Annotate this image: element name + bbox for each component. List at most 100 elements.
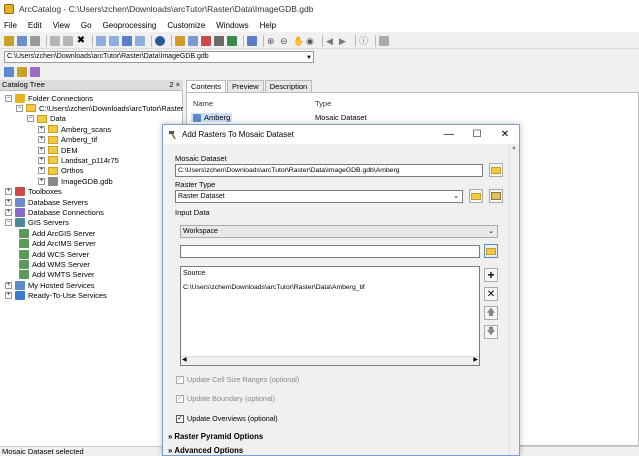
scroll-left-icon[interactable]: ◀ bbox=[182, 356, 187, 363]
source-list[interactable]: Source C:\Users\zchen\Downloads\arcTutor… bbox=[180, 266, 480, 366]
tree-item[interactable]: + Ready-To-Use Services bbox=[5, 291, 107, 301]
move-down-button[interactable]: 🡇 bbox=[484, 325, 498, 339]
search-window-icon[interactable] bbox=[188, 35, 198, 46]
expand-icon[interactable]: + bbox=[38, 156, 45, 164]
connect-server-icon[interactable] bbox=[247, 35, 257, 46]
forward-icon[interactable]: ▶ bbox=[339, 36, 349, 46]
catalog-tree-window-icon[interactable] bbox=[175, 35, 185, 46]
expand-icon[interactable]: + bbox=[38, 177, 45, 185]
modelbuilder-icon[interactable] bbox=[227, 35, 237, 46]
tree-item[interactable]: + Database Servers bbox=[5, 197, 88, 207]
menu-file[interactable]: File bbox=[4, 21, 17, 30]
menu-edit[interactable]: Edit bbox=[28, 21, 42, 30]
tree-item[interactable]: + Landsat_p114r75 bbox=[38, 155, 119, 165]
tree-item[interactable]: Add ArcGIS Server bbox=[16, 228, 95, 238]
tree-item[interactable]: + DEM bbox=[38, 145, 78, 155]
zoom-out-icon[interactable]: ⊖ bbox=[280, 36, 290, 46]
tree-item[interactable]: − GIS Servers bbox=[5, 218, 69, 228]
remove-row-button[interactable]: ✕ bbox=[484, 287, 498, 301]
scroll-right-icon[interactable]: ▶ bbox=[473, 356, 478, 363]
tree-item[interactable]: Add ArcIMS Server bbox=[16, 239, 96, 249]
pin-close-icons[interactable]: 2 × bbox=[169, 80, 180, 90]
input-data-combobox[interactable]: Workspace ⌄ bbox=[180, 225, 498, 238]
list-item[interactable]: Amberg bbox=[191, 113, 233, 122]
paste-icon[interactable] bbox=[63, 35, 73, 46]
python-window-icon[interactable] bbox=[214, 35, 224, 46]
create-thumbnail-icon[interactable] bbox=[379, 35, 389, 46]
edit-metadata-icon[interactable] bbox=[4, 67, 14, 77]
advanced-options-section[interactable]: » Advanced Options bbox=[168, 446, 243, 455]
raster-type-properties-button[interactable] bbox=[489, 189, 503, 203]
disconnect-folder-icon[interactable] bbox=[30, 35, 40, 46]
dialog-vertical-scrollbar[interactable]: ▲ bbox=[509, 144, 519, 455]
expand-icon[interactable]: + bbox=[38, 146, 45, 154]
expand-icon[interactable]: + bbox=[5, 188, 12, 196]
back-icon[interactable]: ◀ bbox=[326, 36, 336, 46]
chevron-down-icon[interactable]: ▼ bbox=[306, 53, 312, 63]
tree-item[interactable]: − Folder Connections bbox=[5, 93, 93, 103]
pan-icon[interactable]: ✋ bbox=[293, 36, 304, 46]
identify-icon[interactable]: ⓘ bbox=[359, 36, 369, 46]
tree-item[interactable]: + Amberg_tif bbox=[38, 135, 97, 145]
maximize-icon[interactable]: ☐ bbox=[463, 129, 491, 140]
tab-description[interactable]: Description bbox=[264, 80, 313, 92]
tab-preview[interactable]: Preview bbox=[227, 80, 264, 92]
copy-icon[interactable] bbox=[50, 35, 60, 46]
list-view-icon[interactable] bbox=[109, 35, 119, 46]
tree-item[interactable]: Add WMTS Server bbox=[16, 270, 95, 280]
expand-icon[interactable]: + bbox=[5, 208, 12, 216]
browse-mosaic-button[interactable] bbox=[489, 163, 503, 177]
source-item[interactable]: C:\Users\zchen\Downloads\arcTutor\Raster… bbox=[183, 284, 365, 291]
collapse-icon[interactable]: − bbox=[16, 104, 23, 112]
tree-item[interactable]: + Orthos bbox=[38, 166, 84, 176]
delete-icon[interactable]: ✖ bbox=[76, 35, 86, 46]
tree-item[interactable]: + Amberg_scans bbox=[38, 124, 111, 134]
add-row-button[interactable]: + bbox=[484, 268, 498, 282]
tree-item[interactable]: + Database Connections bbox=[5, 207, 104, 217]
up-one-level-icon[interactable] bbox=[4, 35, 14, 46]
tree-item[interactable]: Add WMS Server bbox=[16, 259, 90, 269]
open-raster-type-button[interactable] bbox=[469, 189, 483, 203]
full-extent-icon[interactable]: ◉ bbox=[306, 36, 316, 46]
large-icons-view-icon[interactable] bbox=[96, 35, 106, 46]
import-metadata-icon[interactable] bbox=[17, 67, 27, 77]
chevron-down-icon[interactable]: ⌄ bbox=[488, 226, 494, 237]
arctoolbox-window-icon[interactable] bbox=[201, 35, 211, 46]
chevron-down-icon[interactable]: ⌄ bbox=[453, 191, 459, 202]
tree-item[interactable]: + ImageGDB.gdb bbox=[38, 176, 113, 186]
expand-icon[interactable]: + bbox=[38, 167, 45, 175]
tree-item[interactable]: − C:\Users\zchen\Downloads\arcTutor\Raste… bbox=[16, 103, 183, 113]
raster-pyramid-options-section[interactable]: » Raster Pyramid Options bbox=[168, 432, 263, 441]
location-combobox[interactable]: C:\Users\zchen\Downloads\arcTutor\Raster… bbox=[4, 51, 314, 63]
expand-icon[interactable]: + bbox=[38, 125, 45, 133]
raster-type-combobox[interactable]: Raster Dataset ⌄ bbox=[175, 190, 463, 203]
update-overviews-checkbox[interactable]: ✓ Update Overviews (optional) bbox=[176, 414, 278, 423]
tree-item[interactable]: − Data bbox=[27, 114, 66, 124]
mosaic-dataset-field[interactable]: C:\Users\zchen\Downloads\arcTutor\Raster… bbox=[175, 164, 483, 177]
expand-icon[interactable]: + bbox=[5, 292, 12, 300]
menu-go[interactable]: Go bbox=[81, 21, 92, 30]
scroll-up-icon[interactable]: ▲ bbox=[511, 145, 517, 151]
tree-item[interactable]: Add WCS Server bbox=[16, 249, 89, 259]
details-view-icon[interactable] bbox=[122, 35, 132, 46]
menu-help[interactable]: Help bbox=[260, 21, 276, 30]
move-up-button[interactable]: 🡅 bbox=[484, 306, 498, 320]
collapse-icon[interactable]: − bbox=[5, 94, 12, 102]
menu-windows[interactable]: Windows bbox=[216, 21, 248, 30]
update-boundary-checkbox[interactable]: ✓ Update Boundary (optional) bbox=[176, 394, 275, 403]
menu-geoprocessing[interactable]: Geoprocessing bbox=[103, 21, 157, 30]
tree-item[interactable]: + Toolboxes bbox=[5, 187, 62, 197]
input-path-field[interactable] bbox=[180, 245, 480, 258]
thumbnails-view-icon[interactable] bbox=[135, 35, 145, 46]
collapse-icon[interactable]: − bbox=[27, 115, 34, 123]
update-cell-size-checkbox[interactable]: ✓ Update Cell Size Ranges (optional) bbox=[176, 375, 299, 384]
menu-view[interactable]: View bbox=[53, 21, 70, 30]
tab-contents[interactable]: Contents bbox=[186, 80, 227, 92]
browse-input-button[interactable] bbox=[484, 244, 498, 258]
minimize-icon[interactable]: — bbox=[435, 129, 463, 140]
tree-item[interactable]: + My Hosted Services bbox=[5, 280, 95, 290]
connect-folder-icon[interactable] bbox=[17, 35, 27, 46]
zoom-in-icon[interactable]: ⊕ bbox=[267, 36, 277, 46]
column-header-type[interactable]: Type bbox=[315, 99, 331, 108]
export-metadata-icon[interactable] bbox=[30, 67, 40, 77]
